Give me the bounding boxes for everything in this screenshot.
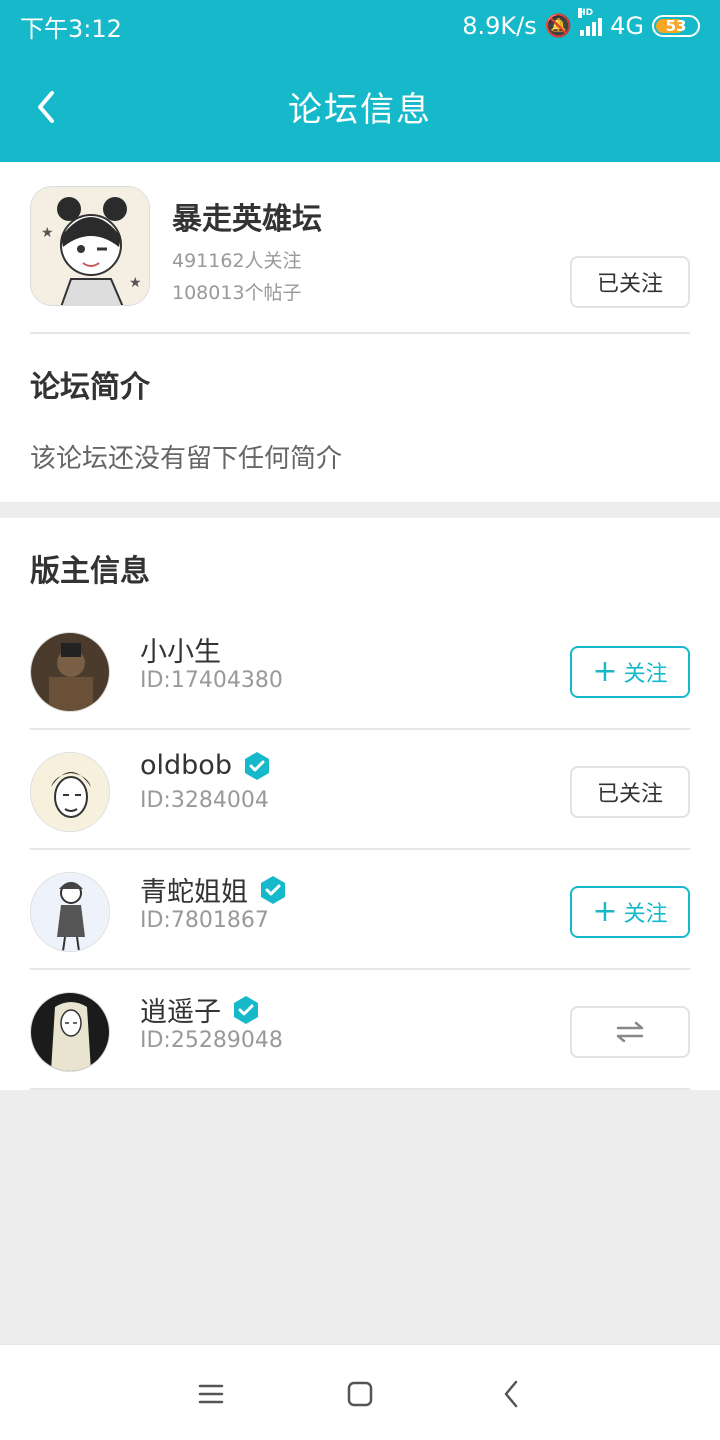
moderator-name: oldbob xyxy=(140,750,272,781)
divider xyxy=(30,1088,690,1090)
signal-icon: HD xyxy=(578,8,603,36)
network-speed: 8.9K/s xyxy=(462,12,537,40)
app-bar: 论坛信息 xyxy=(0,52,720,162)
bell-muted-icon: 🔕 xyxy=(544,13,573,39)
home-square-icon xyxy=(347,1381,373,1407)
moderator-row[interactable]: 逍遥子 ID:25289048 xyxy=(0,970,720,1090)
status-icons: 8.9K/s 🔕 HD 4G 53 xyxy=(462,8,700,40)
moderator-name-text: 青蛇姐姐 xyxy=(140,877,248,908)
moderator-id: ID:25289048 xyxy=(140,1028,283,1053)
follow-button[interactable]: + 关注 xyxy=(570,646,690,698)
moderator-name-text: 逍遥子 xyxy=(140,997,221,1028)
plus-icon: + xyxy=(592,654,618,689)
forum-info-card: ★ ★ 暴走英雄坛 491162人关注 108013个帖子 已关注 论坛简介 该… xyxy=(0,162,720,502)
moderator-row[interactable]: 青蛇姐姐 ID:7801867 + 关注 xyxy=(0,850,720,970)
verified-badge-icon xyxy=(244,751,269,780)
svg-text:★: ★ xyxy=(129,275,142,291)
forum-intro-title: 论坛简介 xyxy=(30,370,150,405)
menu-button[interactable] xyxy=(196,1379,226,1409)
moderator-name: 逍遥子 xyxy=(140,990,261,1029)
battery-percent: 53 xyxy=(665,17,687,35)
forum-following-button[interactable]: 已关注 xyxy=(570,256,690,308)
avatar[interactable] xyxy=(30,752,110,832)
moderators-card: 版主信息 小小生 ID:17404380 + 关注 oldbob ID:3284… xyxy=(0,518,720,1090)
verified-badge-icon xyxy=(261,875,285,904)
forum-follower-count: 491162人关注 xyxy=(172,250,302,272)
moderator-id: ID:7801867 xyxy=(140,908,269,933)
system-nav-bar xyxy=(0,1344,720,1440)
avatar[interactable] xyxy=(30,992,110,1072)
forum-logo: ★ ★ xyxy=(30,186,150,306)
forum-post-count: 108013个帖子 xyxy=(172,282,302,304)
forum-name: 暴走英雄坛 xyxy=(172,202,322,237)
avatar[interactable] xyxy=(30,872,110,952)
moderator-name-text: 小小生 xyxy=(140,637,221,668)
follow-button[interactable]: + 关注 xyxy=(570,886,690,938)
mutual-follow-icon xyxy=(616,1021,644,1043)
mutual-follow-button[interactable] xyxy=(570,1006,690,1058)
svg-text:★: ★ xyxy=(41,225,54,241)
moderator-row[interactable]: oldbob ID:3284004 已关注 xyxy=(0,730,720,850)
follow-button-label: 关注 xyxy=(623,902,668,927)
chevron-left-icon xyxy=(504,1380,518,1408)
divider xyxy=(30,332,690,334)
follow-button-label: 关注 xyxy=(623,662,668,687)
home-button[interactable] xyxy=(345,1379,375,1409)
following-button[interactable]: 已关注 xyxy=(570,766,690,818)
moderator-row[interactable]: 小小生 ID:17404380 + 关注 xyxy=(0,610,720,730)
hd-label: HD xyxy=(578,8,594,18)
moderator-name-text: oldbob xyxy=(140,750,232,781)
plus-icon: + xyxy=(592,894,618,929)
page-title: 论坛信息 xyxy=(288,90,432,130)
verified-badge-icon xyxy=(234,995,258,1024)
status-time: 下午3:12 xyxy=(20,14,122,43)
avatar[interactable] xyxy=(30,632,110,712)
system-back-button[interactable] xyxy=(496,1379,526,1409)
menu-icon xyxy=(198,1384,224,1404)
moderator-id: ID:3284004 xyxy=(140,788,269,813)
moderator-name: 青蛇姐姐 xyxy=(140,870,288,909)
battery-icon: 53 xyxy=(652,15,700,37)
forum-intro-text: 该论坛还没有留下任何简介 xyxy=(30,444,343,474)
moderator-id: ID:17404380 xyxy=(140,668,283,693)
status-bar: 下午3:12 8.9K/s 🔕 HD 4G 53 xyxy=(0,0,720,52)
network-type: 4G xyxy=(610,12,644,40)
moderator-name: 小小生 xyxy=(140,630,221,669)
moderators-title: 版主信息 xyxy=(30,554,150,589)
